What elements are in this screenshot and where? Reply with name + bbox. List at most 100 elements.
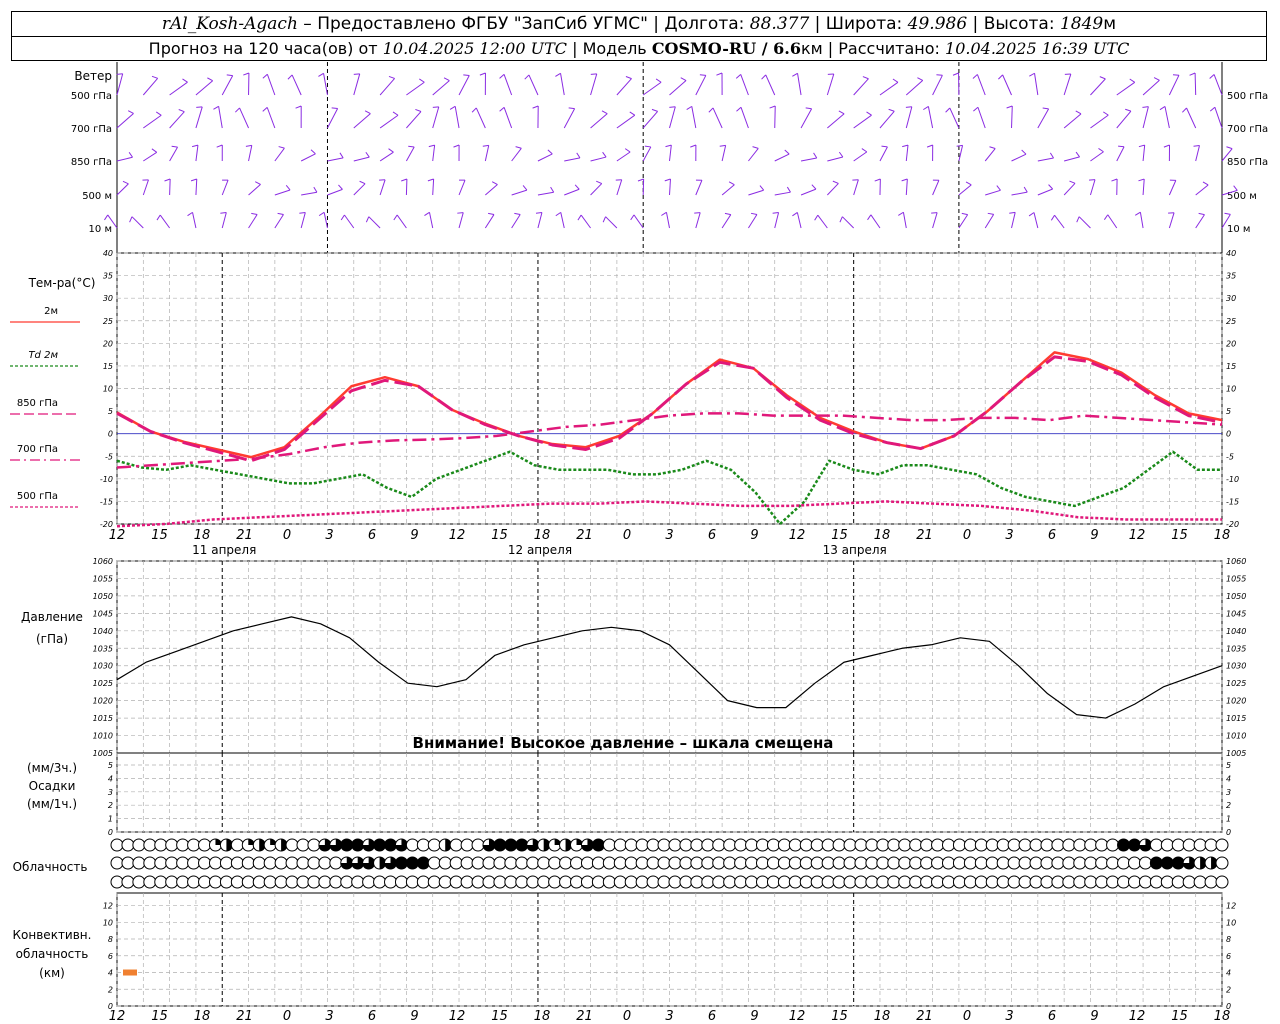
cloud-cover-circle (602, 875, 616, 889)
time-tick-label-top: 18 (1214, 528, 1231, 543)
cloud-cover-circle (963, 838, 977, 852)
wind-barb (902, 212, 907, 229)
wind-barb (1195, 214, 1205, 229)
cloud-cover-circle (1073, 875, 1087, 889)
cloud-cover-circle (646, 875, 660, 889)
wind-barb-feather (996, 185, 1001, 191)
wind-barb-feather (419, 78, 425, 83)
cloud-cover-circle (121, 838, 135, 852)
wind-barb-feather (862, 76, 869, 80)
wind-barb (1168, 180, 1177, 196)
wind-barb (301, 191, 318, 196)
wind-barb (327, 188, 343, 196)
convective-label-2: облачность (16, 947, 89, 961)
wind-barb (169, 111, 185, 129)
wind-barb-feather (792, 72, 798, 77)
cloud-cover-circle (602, 856, 616, 870)
wind-barb-feather (786, 186, 791, 193)
wind-barb (797, 73, 802, 96)
pressure-tick-left: 1025 (93, 679, 113, 688)
wind-barb (1186, 107, 1197, 129)
cloud-cover-circle (657, 875, 671, 889)
cloud-cover-circle (427, 875, 441, 889)
cloud-cover-circle (854, 875, 868, 889)
cloud-cover-circle (996, 875, 1010, 889)
wind-barb-feather (1118, 145, 1125, 148)
wind-barb (740, 74, 749, 96)
cloud-cover-circle (176, 856, 190, 870)
cloud-cover-circle (416, 838, 430, 852)
cloud-cover-circle (340, 875, 354, 889)
wind-barb-feather (532, 105, 539, 109)
cloud-cover-circle (788, 838, 802, 852)
precip-tick-right: 0 (1226, 828, 1231, 837)
temp-tick-left: 25 (103, 317, 113, 326)
cloud-cover-circle (920, 838, 934, 852)
cloud-cover-circle (384, 838, 398, 852)
cloud-cover-circle (996, 856, 1010, 870)
pressure-tick-left: 1010 (93, 732, 113, 741)
wind-barb-feather (866, 111, 872, 116)
wind-barb (327, 108, 339, 129)
wind-barb-feather (285, 185, 291, 191)
wind-barb (511, 214, 521, 229)
cloud-cover-circle (920, 875, 934, 889)
wind-barb-feather (151, 75, 158, 79)
wind-barb-feather (277, 212, 284, 216)
cloud-cover-circle (318, 875, 332, 889)
wind-barb-feather (555, 211, 562, 217)
wind-barb-feather (428, 144, 435, 148)
time-tick-label-top: 3 (1005, 528, 1013, 543)
wind-level-label-left: 500 м (82, 191, 112, 202)
cloud-cover-circle (755, 856, 769, 870)
wind-barb (1090, 78, 1106, 96)
temp-tick-right: 40 (1226, 249, 1236, 258)
cloud-cover-circle (690, 838, 704, 852)
cloud-cover-circle (296, 875, 310, 889)
cloud-cover-circle (580, 856, 594, 870)
cloud-cover-circle (493, 856, 507, 870)
wind-barb (169, 146, 178, 162)
cloud-cover-circle (559, 875, 573, 889)
precip-tick-left: 0 (108, 828, 113, 837)
cloud-cover-circle (252, 856, 266, 870)
cloud-cover-circle (985, 838, 999, 852)
wind-barb (633, 214, 644, 229)
cloud-cover-circle (471, 856, 485, 870)
wind-barb (195, 178, 198, 196)
wind-barb-feather (596, 180, 602, 185)
convective-tick-right: 12 (1226, 902, 1236, 911)
wind-barb (800, 157, 817, 162)
wind-barb (327, 157, 344, 162)
cloud-cover-circle (1106, 838, 1120, 852)
wind-barb-feather (1163, 144, 1170, 148)
cloud-cover-circle (712, 875, 726, 889)
time-tick-label-bottom: 12 (449, 1009, 466, 1024)
cloud-cover-circle (1138, 856, 1152, 870)
wind-barb-feather (728, 181, 735, 186)
cloud-cover-circle (165, 875, 179, 889)
wind-barb-feather (287, 74, 293, 80)
wind-barb (379, 151, 394, 162)
cloud-cover-circle (679, 856, 693, 870)
cloud-cover-circle (1193, 875, 1207, 889)
wind-barb (560, 212, 565, 229)
wind-barb-feather (479, 72, 486, 76)
cloud-cover-circle (1029, 856, 1043, 870)
wind-barb (1194, 72, 1197, 96)
wind-barb-feather (164, 178, 171, 182)
cloud-cover-circle (876, 856, 890, 870)
cloud-cover-circle (898, 856, 912, 870)
cloud-cover-circle (657, 856, 671, 870)
cloud-cover-circle (460, 856, 474, 870)
cloud-cover-circle (198, 875, 212, 889)
wind-barb-feather (182, 78, 188, 83)
cloud-cover-circle (537, 856, 551, 870)
convective-tick-right: 8 (1226, 935, 1231, 944)
cloud-cover-circle (1117, 856, 1131, 870)
cloud-cover-circle (624, 838, 638, 852)
wind-barb (274, 189, 291, 196)
wind-barb-feather (499, 73, 505, 79)
wind-barb (774, 212, 780, 229)
cloud-cover-circle (416, 875, 430, 889)
